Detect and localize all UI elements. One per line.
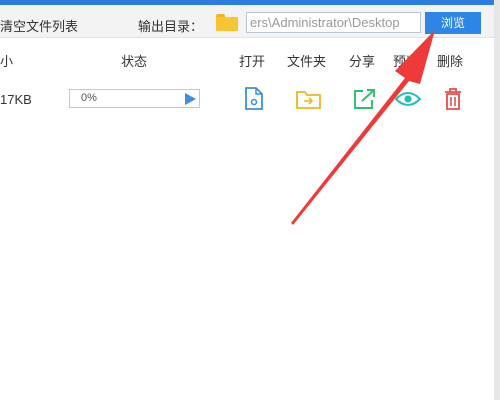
preview-eye-icon[interactable] <box>395 91 421 107</box>
col-header-open: 打开 <box>239 55 266 70</box>
toolbar: 清空文件列表 输出目录： ers\Administrator\Desktop 浏… <box>0 5 494 38</box>
folder-icon[interactable] <box>216 14 238 31</box>
file-size: 17KB <box>0 92 32 107</box>
play-icon[interactable] <box>185 93 196 105</box>
col-header-delete: 删除 <box>437 55 464 70</box>
col-header-folder: 文件夹 <box>287 55 327 70</box>
scrollbar-track[interactable] <box>494 0 500 400</box>
open-file-icon[interactable] <box>243 87 265 111</box>
clear-list-button[interactable]: 清空文件列表 <box>0 16 78 35</box>
share-icon[interactable] <box>353 88 377 110</box>
output-path-field[interactable]: ers\Administrator\Desktop <box>246 12 421 33</box>
delete-trash-icon[interactable] <box>443 88 463 110</box>
open-folder-icon[interactable] <box>296 90 322 110</box>
browse-button[interactable]: 浏览 <box>425 12 481 34</box>
progress-text: 0% <box>81 92 97 104</box>
col-header-share: 分享 <box>349 55 376 70</box>
output-dir-label: 输出目录： <box>138 20 204 35</box>
col-header-status: 状态 <box>121 55 148 70</box>
col-header-size: 小 <box>0 55 14 70</box>
progress-bar: 0% <box>69 89 200 108</box>
col-header-preview: 预览 <box>393 55 420 70</box>
